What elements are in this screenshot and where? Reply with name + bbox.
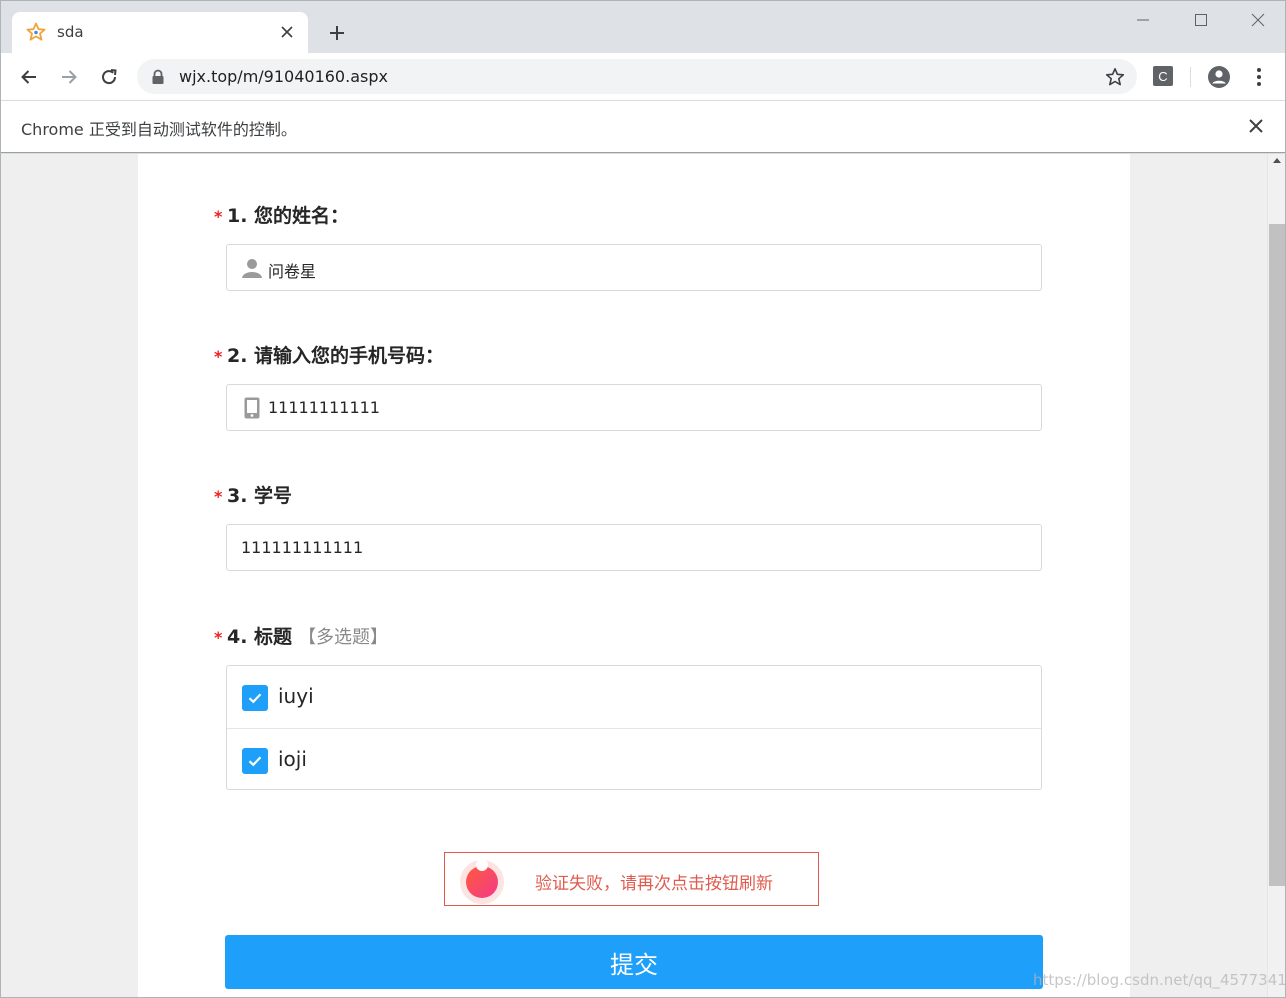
close-window-icon[interactable] [1246,9,1270,31]
extension-icon[interactable]: C [1153,66,1173,86]
option-item[interactable]: iuyi [227,666,1041,728]
question-title: 4. 标题 [227,626,293,648]
address-bar[interactable]: wjx.top/m/91040160.aspx [137,59,1137,94]
watermark-text: https://blog.csdn.net/qq_45773419 [1033,971,1286,989]
checkbox-checked-icon[interactable] [242,685,268,711]
phone-input[interactable]: 11111111111 [226,384,1042,431]
question-3-title: * 3. 学号 [214,483,1044,509]
page-viewport: * 1. 您的姓名： 问卷星 * 2. 请输入您的手机号码： 111111111… [1,154,1285,997]
star-favicon-icon [26,22,46,41]
more-menu-icon[interactable] [1251,65,1267,89]
tab-title: sda [57,23,84,41]
back-arrow-icon[interactable] [15,63,43,91]
captcha-error-icon [460,859,504,904]
browser-window: sda wjx.top/m/91040160.aspx C Chrome 正受到… [0,0,1286,998]
browser-toolbar: wjx.top/m/91040160.aspx C [1,53,1285,100]
required-mark: * [214,628,223,647]
question-2-title: * 2. 请输入您的手机号码： [214,343,1044,369]
question-1-title: * 1. 您的姓名： [214,203,1044,229]
question-type-hint: 【多选题】 [298,627,389,648]
question-title: 3. 学号 [227,485,293,507]
maximize-icon[interactable] [1189,9,1213,31]
survey-form: * 1. 您的姓名： 问卷星 * 2. 请输入您的手机号码： 111111111… [138,154,1130,997]
browser-tab[interactable]: sda [12,12,308,53]
submit-button[interactable]: 提交 [225,935,1043,989]
option-item[interactable]: ioji [227,728,1041,790]
forward-arrow-icon[interactable] [55,63,83,91]
scroll-up-arrow-icon[interactable] [1273,158,1281,163]
automation-infobar: Chrome 正受到自动测试软件的控制。 [1,100,1285,153]
multi-choice-options: iuyi ioji [226,665,1042,790]
required-mark: * [214,487,223,506]
infobar-message: Chrome 正受到自动测试软件的控制。 [21,120,297,139]
required-mark: * [214,207,223,226]
option-label: ioji [278,747,307,771]
new-tab-icon[interactable] [325,21,349,45]
phone-value: 11111111111 [268,398,380,417]
profile-avatar-icon[interactable] [1207,65,1231,89]
question-title: 2. 请输入您的手机号码： [227,345,445,367]
page-scrollbar[interactable] [1267,154,1285,997]
option-label: iuyi [278,684,314,708]
tab-strip: sda [1,1,1285,53]
reload-icon[interactable] [95,63,123,91]
url-text: wjx.top/m/91040160.aspx [179,67,388,86]
toolbar-divider [1190,67,1191,87]
name-value: 问卷星 [268,262,317,281]
lock-icon [152,69,164,84]
phone-icon [244,397,260,419]
captcha-error-text: 验证失败，请再次点击按钮刷新 [535,874,773,894]
name-input[interactable]: 问卷星 [226,244,1042,291]
person-icon [242,259,262,278]
minimize-icon[interactable] [1131,9,1155,31]
infobar-close-icon[interactable] [1247,117,1265,135]
question-4-title: * 4. 标题 【多选题】 [214,624,1044,650]
question-title: 1. 您的姓名： [227,205,350,227]
bookmark-star-icon[interactable] [1105,67,1125,87]
required-mark: * [214,347,223,366]
scroll-thumb[interactable] [1269,224,1285,886]
checkbox-checked-icon[interactable] [242,748,268,774]
captcha-widget[interactable]: 验证失败，请再次点击按钮刷新 [444,852,819,906]
close-tab-icon[interactable] [277,22,297,42]
student-id-value: 111111111111 [241,538,364,557]
student-id-input[interactable]: 111111111111 [226,524,1042,571]
